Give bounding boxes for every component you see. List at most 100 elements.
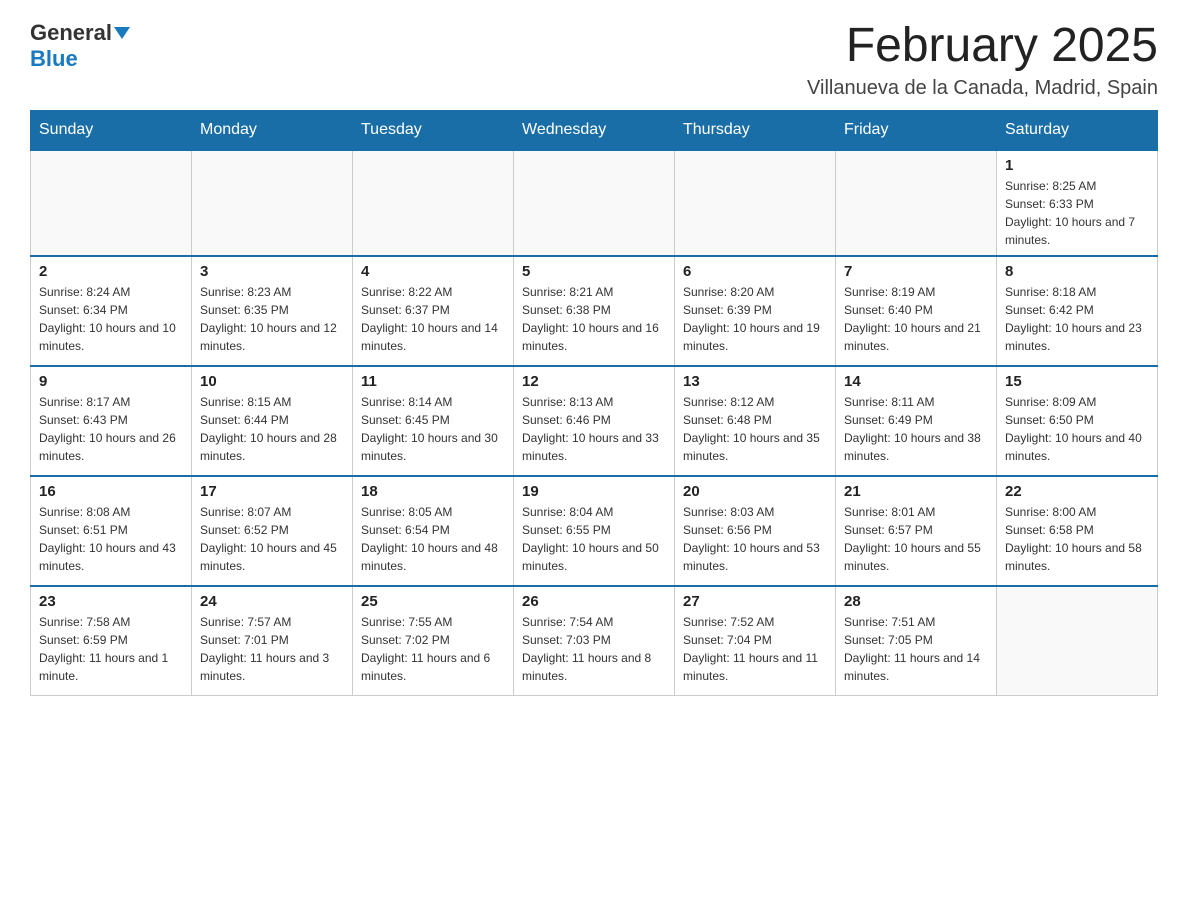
calendar-cell: 1 Sunrise: 8:25 AMSunset: 6:33 PMDaylight… [997,150,1158,256]
day-number: 27 [683,593,827,610]
calendar-cell: 16 Sunrise: 8:08 AMSunset: 6:51 PMDayligh… [31,476,192,586]
day-number: 14 [844,373,988,390]
calendar-cell [836,150,997,256]
calendar-week-row: 2 Sunrise: 8:24 AMSunset: 6:34 PMDaylight… [31,256,1158,366]
day-number: 16 [39,483,183,500]
title-block: February 2025 Villanueva de la Canada, M… [807,20,1158,100]
day-info: Sunrise: 8:00 AMSunset: 6:58 PMDaylight:… [1005,503,1149,575]
day-info: Sunrise: 8:17 AMSunset: 6:43 PMDaylight:… [39,393,183,465]
calendar-cell: 26 Sunrise: 7:54 AMSunset: 7:03 PMDayligh… [514,586,675,696]
day-number: 1 [1005,157,1149,174]
day-number: 5 [522,263,666,280]
calendar-cell: 4 Sunrise: 8:22 AMSunset: 6:37 PMDaylight… [353,256,514,366]
calendar-cell: 21 Sunrise: 8:01 AMSunset: 6:57 PMDayligh… [836,476,997,586]
day-info: Sunrise: 7:51 AMSunset: 7:05 PMDaylight:… [844,613,988,685]
calendar-cell: 24 Sunrise: 7:57 AMSunset: 7:01 PMDayligh… [192,586,353,696]
calendar-cell: 22 Sunrise: 8:00 AMSunset: 6:58 PMDayligh… [997,476,1158,586]
day-info: Sunrise: 7:52 AMSunset: 7:04 PMDaylight:… [683,613,827,685]
calendar-cell: 20 Sunrise: 8:03 AMSunset: 6:56 PMDayligh… [675,476,836,586]
day-info: Sunrise: 8:24 AMSunset: 6:34 PMDaylight:… [39,283,183,355]
calendar-cell: 10 Sunrise: 8:15 AMSunset: 6:44 PMDayligh… [192,366,353,476]
day-number: 13 [683,373,827,390]
calendar-cell: 7Sunrise: 8:19 AMSunset: 6:40 PMDaylight… [836,256,997,366]
day-info: Sunrise: 8:21 AMSunset: 6:38 PMDaylight:… [522,283,666,355]
day-number: 28 [844,593,988,610]
day-number: 17 [200,483,344,500]
month-title: February 2025 [807,20,1158,73]
day-info: Sunrise: 8:14 AMSunset: 6:45 PMDaylight:… [361,393,505,465]
weekday-header-monday: Monday [192,110,353,150]
day-number: 25 [361,593,505,610]
day-info: Sunrise: 8:05 AMSunset: 6:54 PMDaylight:… [361,503,505,575]
day-number: 12 [522,373,666,390]
day-info: Sunrise: 8:03 AMSunset: 6:56 PMDaylight:… [683,503,827,575]
calendar-cell: 12 Sunrise: 8:13 AMSunset: 6:46 PMDayligh… [514,366,675,476]
day-number: 21 [844,483,988,500]
day-number: 23 [39,593,183,610]
day-number: 9 [39,373,183,390]
day-number: 19 [522,483,666,500]
calendar-week-row: 16 Sunrise: 8:08 AMSunset: 6:51 PMDayligh… [31,476,1158,586]
calendar-cell: 19 Sunrise: 8:04 AMSunset: 6:55 PMDayligh… [514,476,675,586]
day-info: Sunrise: 7:58 AMSunset: 6:59 PMDaylight:… [39,613,183,685]
day-number: 24 [200,593,344,610]
day-number: 6 [683,263,827,280]
day-number: 4 [361,263,505,280]
weekday-header-tuesday: Tuesday [353,110,514,150]
day-info: Sunrise: 8:25 AMSunset: 6:33 PMDaylight:… [1005,177,1149,249]
calendar-cell: 8Sunrise: 8:18 AMSunset: 6:42 PMDaylight… [997,256,1158,366]
weekday-header-friday: Friday [836,110,997,150]
calendar-cell: 27 Sunrise: 7:52 AMSunset: 7:04 PMDayligh… [675,586,836,696]
calendar-cell: 9 Sunrise: 8:17 AMSunset: 6:43 PMDaylight… [31,366,192,476]
weekday-header-sunday: Sunday [31,110,192,150]
day-number: 18 [361,483,505,500]
calendar-cell: 28 Sunrise: 7:51 AMSunset: 7:05 PMDayligh… [836,586,997,696]
page-header: General Blue February 2025 Villanueva de… [30,20,1158,100]
day-info: Sunrise: 8:08 AMSunset: 6:51 PMDaylight:… [39,503,183,575]
day-info: Sunrise: 8:07 AMSunset: 6:52 PMDaylight:… [200,503,344,575]
calendar-cell: 6 Sunrise: 8:20 AMSunset: 6:39 PMDaylight… [675,256,836,366]
calendar-cell: 2 Sunrise: 8:24 AMSunset: 6:34 PMDaylight… [31,256,192,366]
calendar-cell [31,150,192,256]
logo-general-text: General [30,20,112,46]
calendar-week-row: 23 Sunrise: 7:58 AMSunset: 6:59 PMDayligh… [31,586,1158,696]
day-info: Sunrise: 7:57 AMSunset: 7:01 PMDaylight:… [200,613,344,685]
calendar-cell: 3Sunrise: 8:23 AMSunset: 6:35 PMDaylight… [192,256,353,366]
day-number: 15 [1005,373,1149,390]
weekday-header-row: SundayMondayTuesdayWednesdayThursdayFrid… [31,110,1158,150]
logo-triangle-icon [114,27,130,39]
day-info: Sunrise: 7:54 AMSunset: 7:03 PMDaylight:… [522,613,666,685]
day-number: 26 [522,593,666,610]
day-number: 2 [39,263,183,280]
calendar-cell: 17 Sunrise: 8:07 AMSunset: 6:52 PMDayligh… [192,476,353,586]
day-number: 3 [200,263,344,280]
calendar-cell [353,150,514,256]
calendar-table: SundayMondayTuesdayWednesdayThursdayFrid… [30,110,1158,697]
calendar-week-row: 9 Sunrise: 8:17 AMSunset: 6:43 PMDaylight… [31,366,1158,476]
calendar-cell: 18 Sunrise: 8:05 AMSunset: 6:54 PMDayligh… [353,476,514,586]
location-subtitle: Villanueva de la Canada, Madrid, Spain [807,77,1158,100]
day-number: 8 [1005,263,1149,280]
day-info: Sunrise: 8:13 AMSunset: 6:46 PMDaylight:… [522,393,666,465]
day-info: Sunrise: 8:20 AMSunset: 6:39 PMDaylight:… [683,283,827,355]
day-number: 20 [683,483,827,500]
day-number: 22 [1005,483,1149,500]
calendar-cell: 11Sunrise: 8:14 AMSunset: 6:45 PMDayligh… [353,366,514,476]
calendar-cell: 5 Sunrise: 8:21 AMSunset: 6:38 PMDaylight… [514,256,675,366]
weekday-header-saturday: Saturday [997,110,1158,150]
calendar-cell: 15 Sunrise: 8:09 AMSunset: 6:50 PMDayligh… [997,366,1158,476]
day-info: Sunrise: 8:04 AMSunset: 6:55 PMDaylight:… [522,503,666,575]
calendar-week-row: 1 Sunrise: 8:25 AMSunset: 6:33 PMDaylight… [31,150,1158,256]
day-info: Sunrise: 8:15 AMSunset: 6:44 PMDaylight:… [200,393,344,465]
day-info: Sunrise: 8:01 AMSunset: 6:57 PMDaylight:… [844,503,988,575]
day-info: Sunrise: 8:09 AMSunset: 6:50 PMDaylight:… [1005,393,1149,465]
day-info: Sunrise: 7:55 AMSunset: 7:02 PMDaylight:… [361,613,505,685]
logo-blue-text: Blue [30,46,78,71]
day-info: Sunrise: 8:22 AMSunset: 6:37 PMDaylight:… [361,283,505,355]
calendar-cell [997,586,1158,696]
logo: General Blue [30,20,130,72]
day-number: 10 [200,373,344,390]
day-info: Sunrise: 8:11 AMSunset: 6:49 PMDaylight:… [844,393,988,465]
day-number: 7 [844,263,988,280]
calendar-cell [514,150,675,256]
